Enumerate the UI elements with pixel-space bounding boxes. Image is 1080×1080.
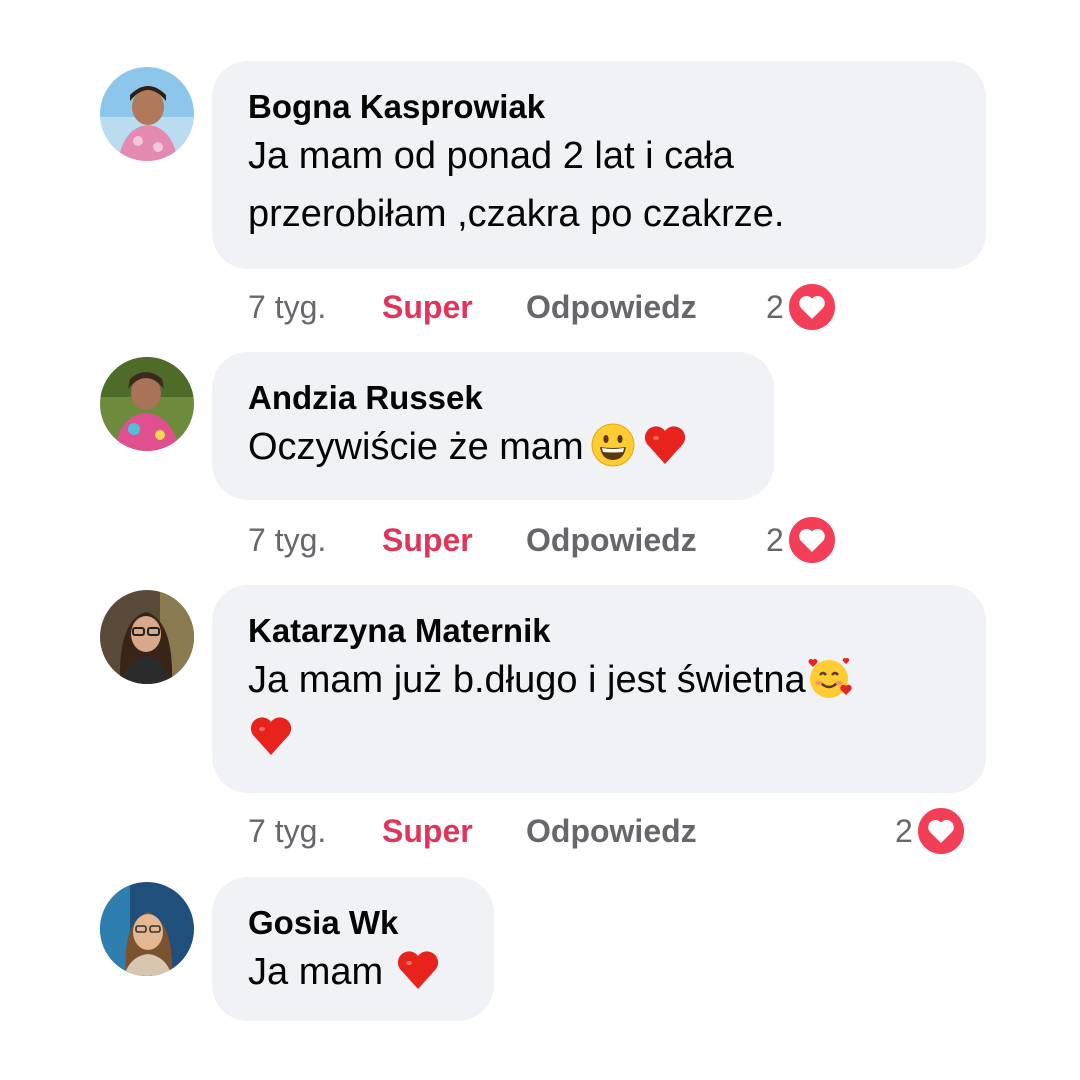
reply-button[interactable]: Odpowiedz <box>526 813 697 850</box>
comment-actions: 7 tyg. Super Odpowiedz <box>248 282 697 332</box>
reaction-summary[interactable]: 2 <box>766 515 838 565</box>
comment-bubble: Katarzyna Maternik Ja mam już b.długo i … <box>212 585 986 793</box>
reaction-summary[interactable]: 2 <box>895 806 967 856</box>
avatar[interactable] <box>100 590 194 684</box>
comment-author[interactable]: Gosia Wk <box>248 903 460 943</box>
love-icon <box>786 514 838 566</box>
red-heart-icon <box>395 947 441 993</box>
comment-author[interactable]: Katarzyna Maternik <box>248 611 952 651</box>
comment-text-line: Ja mam już b.długo i jest świetna <box>248 659 806 701</box>
comment-bubble: Gosia Wk Ja mam <box>212 877 494 1021</box>
comment-text-line: Ja mam <box>248 951 384 993</box>
comment-timestamp[interactable]: 7 tyg. <box>248 813 382 850</box>
comment-text: Ja mam <box>248 943 460 1001</box>
avatar[interactable] <box>100 882 194 976</box>
comment-text-line: przerobiłam ,czakra po czakrze. <box>248 193 785 235</box>
comment-actions: 7 tyg. Super Odpowiedz <box>248 515 697 565</box>
like-button[interactable]: Super <box>382 289 526 326</box>
red-heart-icon <box>642 422 688 468</box>
love-icon <box>915 805 967 857</box>
reaction-count: 2 <box>766 288 784 325</box>
comment-text: Ja mam już b.długo i jest świetna <box>248 651 952 767</box>
comment-author[interactable]: Bogna Kasprowiak <box>248 87 952 127</box>
avatar[interactable] <box>100 357 194 451</box>
like-button[interactable]: Super <box>382 522 526 559</box>
like-button[interactable]: Super <box>382 813 526 850</box>
red-heart-icon <box>248 713 294 759</box>
love-icon <box>786 281 838 333</box>
comment-text-line: Oczywiście że mam <box>248 426 584 468</box>
avatar[interactable] <box>100 67 194 161</box>
comment-timestamp[interactable]: 7 tyg. <box>248 522 382 559</box>
reaction-count: 2 <box>895 812 913 849</box>
comment-author[interactable]: Andzia Russek <box>248 378 740 418</box>
comment-timestamp[interactable]: 7 tyg. <box>248 289 382 326</box>
comment-bubble: Andzia Russek Oczywiście że mam <box>212 352 774 500</box>
comment-actions: 7 tyg. Super Odpowiedz <box>248 806 697 856</box>
comment-text: Oczywiście że mam <box>248 418 740 476</box>
smiling-face-with-hearts-icon <box>806 655 852 701</box>
comment-text-line: Ja mam od ponad 2 lat i cała <box>248 135 734 177</box>
reaction-count: 2 <box>766 521 784 558</box>
reaction-summary[interactable]: 2 <box>766 282 838 332</box>
comment-bubble: Bogna Kasprowiak Ja mam od ponad 2 lat i… <box>212 61 986 269</box>
grinning-face-icon <box>590 422 636 468</box>
reply-button[interactable]: Odpowiedz <box>526 522 697 559</box>
comment-text: Ja mam od ponad 2 lat i cała przerobiłam… <box>248 127 952 243</box>
reply-button[interactable]: Odpowiedz <box>526 289 697 326</box>
